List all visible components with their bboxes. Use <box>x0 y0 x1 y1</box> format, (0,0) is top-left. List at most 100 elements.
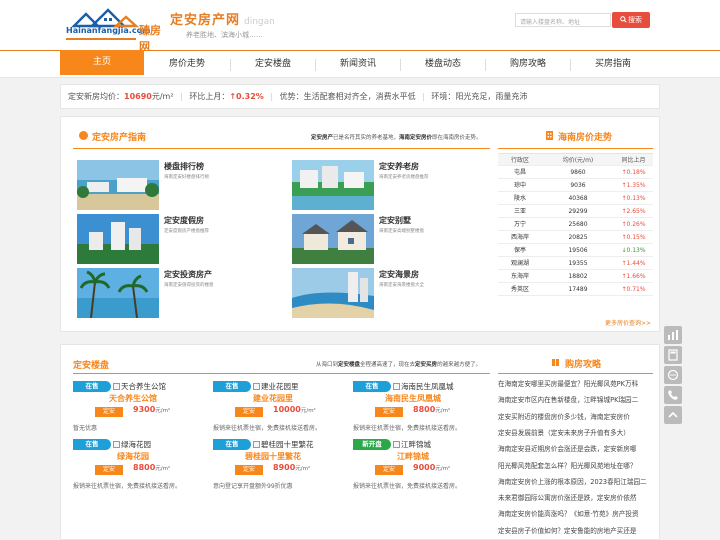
strategy-list-item[interactable]: 海南定安市区内在售新楼盘，江畔锦城PK瑞园二 <box>498 395 652 405</box>
nav-item-price-trend[interactable]: 房价走势 <box>145 51 229 78</box>
listing-card[interactable]: 在售 绿海花园 绿海花园 定安 8800元/m² 报销来往机票住宿，免费接机接送看房。 <box>73 439 203 495</box>
strategy-list-item[interactable]: 海南定安县近期房价会涨还是会跌，定安新房哪 <box>498 444 652 454</box>
calculator-tool-button[interactable] <box>664 346 682 364</box>
change-cell: ↑1.35% <box>621 182 646 189</box>
location-tag: 定安 <box>95 465 123 475</box>
guide-item-retirement[interactable]: 定安养老房 海南定安养老房楼盘推荐 <box>292 160 502 210</box>
guide-item-villa[interactable]: 定安别墅 海南定安高端别墅楼盘 <box>292 214 502 264</box>
more-prices-link[interactable]: 更多房价查询>> <box>605 318 651 327</box>
price-cell: 19506 <box>568 247 588 254</box>
listing-image: 绿海花园 <box>113 439 203 450</box>
listing-card[interactable]: 在售 碧桂园十里繁花 碧桂园十里繁花 定安 8900元/m² 意向登记享开盘额外99折优惠 <box>213 439 343 495</box>
listing-image-alt: 天合养生公馆 <box>121 382 166 391</box>
guide-item-sub: 海南定安值得投资的楼盘 <box>164 283 214 288</box>
nav-item-strategy[interactable]: 购房攻略 <box>486 51 570 78</box>
listings-desc: 从海口到定安楼盘全程通高速了，现在去定安买房的越来越方便了。 <box>316 362 482 368</box>
price-cell: 29299 <box>568 208 588 215</box>
price-unit: 元/m² <box>155 466 171 472</box>
district-cell: 屯昌 <box>513 169 526 176</box>
nav-item-listings[interactable]: 定安楼盘 <box>231 51 315 78</box>
listing-note: 报销来往机票住宿，免费接机接送看房。 <box>353 483 462 490</box>
listing-price: 9300元/m² <box>133 405 170 414</box>
guide-item-investment[interactable]: 定安投资房产 海南定安值得投资的楼盘 <box>77 268 287 318</box>
broken-image-icon <box>393 383 400 390</box>
broken-image-icon <box>113 441 120 448</box>
phone-tool-button[interactable] <box>664 386 682 404</box>
district-cell: 陵水 <box>513 195 526 202</box>
strategy-list-item[interactable]: 定安县发展前景（定安未来房子升值有多大） <box>498 428 652 438</box>
chart-tool-button[interactable] <box>664 326 682 344</box>
listing-image-alt: 碧桂园十里繁花 <box>261 440 314 449</box>
ticker-separator: | <box>270 92 274 101</box>
listing-name[interactable]: 海南民生凤凰城 <box>353 393 473 404</box>
price-cell: 25680 <box>568 221 588 228</box>
search-button[interactable]: 搜索 <box>612 12 650 28</box>
chevron-up-icon <box>668 411 678 418</box>
guide-item-sub: 定安度假房产楼盘推荐 <box>164 229 209 234</box>
nav-item-news[interactable]: 新闻资讯 <box>316 51 400 78</box>
sale-status-badge: 新开盘 <box>353 439 391 450</box>
strategy-list-item[interactable]: 阳光椰风苑配套怎么样？阳光椰风苑地址在哪？ <box>498 461 652 471</box>
district-cell: 秀英区 <box>510 286 529 293</box>
listing-image: 天合养生公馆 <box>113 381 203 392</box>
logo-domain: Hainanfangjia.com <box>66 26 151 35</box>
listing-name[interactable]: 绿海花园 <box>73 451 193 462</box>
guide-item-title: 楼盘排行榜 <box>164 162 204 171</box>
nav-item-dynamics[interactable]: 楼盘动态 <box>401 51 485 78</box>
phone-icon <box>668 390 678 400</box>
chat-tool-button[interactable] <box>664 366 682 384</box>
listing-name[interactable]: 建业花园里 <box>213 393 333 404</box>
nav-item-guide[interactable]: 买房指南 <box>571 51 655 78</box>
price-cell: 19355 <box>568 260 588 267</box>
listing-name[interactable]: 天合养生公馆 <box>73 393 193 404</box>
change-cell: ↑0.13% <box>621 195 646 202</box>
listing-image: 碧桂园十里繁花 <box>253 439 343 450</box>
price-unit: 元/m² <box>435 466 451 472</box>
listing-card[interactable]: 新开盘 江畔锦城 江畔锦城 定安 9000元/m² 报销来往机票住宿，免费接机接送看房。 <box>353 439 483 495</box>
listings-divider <box>73 373 490 374</box>
guide-item-title: 定安投资房产 <box>164 270 212 279</box>
price-value: 9000 <box>413 463 436 472</box>
strategy-list-item[interactable]: 未来君御园际公寓房价涨还是跌，定安房价依然 <box>498 493 652 503</box>
listing-note: 意向登记享开盘额外99折优惠 <box>213 483 293 490</box>
listing-card[interactable]: 在售 建业花园里 建业花园里 定安 10000元/m² 报销来往机票住宿，免费接机接送看房… <box>213 381 343 437</box>
change-cell: ↑0.71% <box>621 286 646 293</box>
listings-title: 定安楼盘 <box>73 361 110 371</box>
strategy-list-item[interactable]: 定安县房子价值如何？定安鲁能的房地产买还是 <box>498 526 652 536</box>
guide-item-seaview[interactable]: 定安海景房 海南定安海景楼盘大全 <box>292 268 502 318</box>
nav-item-home[interactable]: 主页 <box>60 50 144 75</box>
guide-item-sub: 海南定安高端别墅楼盘 <box>379 229 424 234</box>
strategy-list-item[interactable]: 定安买附近的楼盘房价多少钱，海南定安房价 <box>498 412 652 422</box>
broken-image-icon <box>253 383 260 390</box>
back-to-top-button[interactable] <box>664 406 682 424</box>
listing-name[interactable]: 碧桂园十里繁花 <box>213 451 333 462</box>
sale-status-badge: 在售 <box>73 381 111 392</box>
location-tag: 定安 <box>375 407 403 417</box>
guide-desc: 定安房产已是名符其实的养老基地，海南定安房价即在海南房价走势。 <box>311 135 482 141</box>
listing-card[interactable]: 在售 天合养生公馆 天合养生公馆 定安 9300元/m² 暂无优惠 <box>73 381 203 437</box>
listing-note: 报销来往机票住宿，免费接机接送看房。 <box>73 483 182 490</box>
location-tag: 定安 <box>235 407 263 417</box>
guide-item-vacation[interactable]: 定安度假房 定安度假房产楼盘推荐 <box>77 214 287 264</box>
site-header: Hainanfangjia.com 臻房网 定安房产网 dingan 养老胜地、滨… <box>0 0 720 53</box>
sale-status-badge: 在售 <box>353 381 391 392</box>
change-cell: ↓0.13% <box>621 247 646 254</box>
guide-item-ranking[interactable]: 楼盘排行榜 海南定安好楼盘排行榜 <box>77 160 287 210</box>
district-cell: 琼中 <box>513 182 526 189</box>
ticker-separator: | <box>180 92 183 101</box>
search-input[interactable]: 请输入楼盘名称、地址 <box>515 13 611 27</box>
listing-name[interactable]: 江畔锦城 <box>353 451 473 462</box>
strategy-list-item[interactable]: 海南定安房价能高涨吗？《如意·竹苑》房产投资 <box>498 509 652 519</box>
guide-image <box>77 160 159 210</box>
compass-icon <box>79 131 88 140</box>
strategy-list-item[interactable]: 海南定安房价上涨的根本原因，2023春阳江瑞园二 <box>498 477 652 487</box>
advantage-text: 优势：生活配套相对齐全，消费水平低 <box>279 92 416 101</box>
site-logo[interactable]: Hainanfangjia.com 臻房网 <box>64 8 164 53</box>
building-icon <box>546 131 553 140</box>
listing-card[interactable]: 在售 海南民生凤凰城 海南民生凤凰城 定安 8800元/m² 报销来往机票住宿，免费接机接… <box>353 381 483 437</box>
strategy-list-item[interactable]: 在海南定安哪里买房最便宜？阳光椰风苑PK万科 <box>498 379 652 389</box>
listing-price: 8900元/m² <box>273 463 310 472</box>
book-icon <box>552 359 559 366</box>
guide-item-sub: 海南定安养老房楼盘推荐 <box>379 175 429 180</box>
price-table-row: 万宁 25680 ↑0.26% <box>498 218 653 231</box>
